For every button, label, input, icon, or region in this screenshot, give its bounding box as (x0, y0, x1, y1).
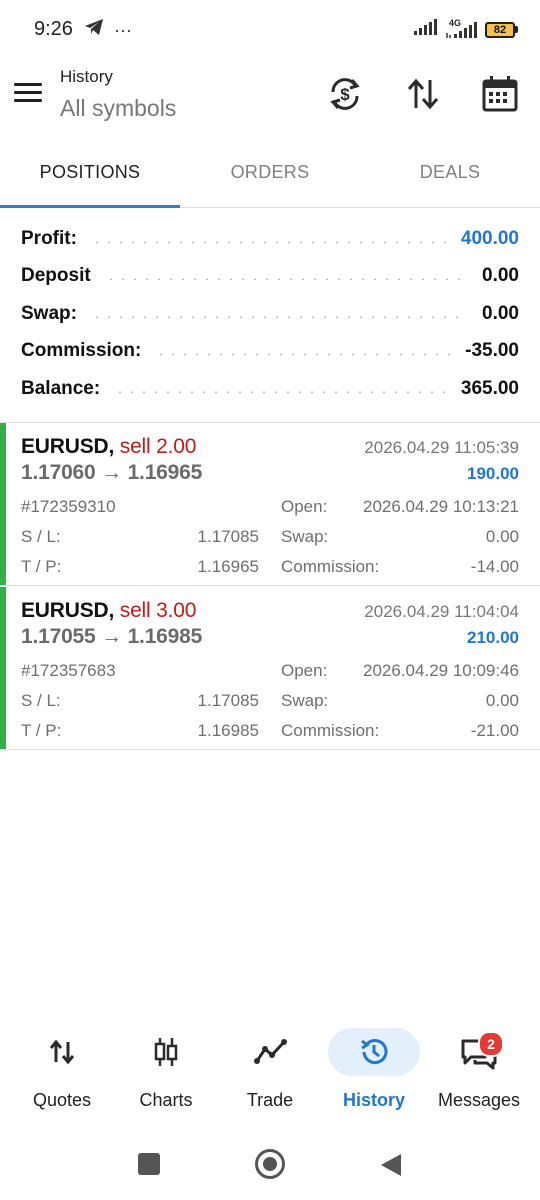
swap-value: 0.00 (485, 691, 519, 710)
open-label: Open: (281, 497, 328, 516)
unread-badge: 2 (478, 1031, 504, 1057)
position-side: sell 3.00 (119, 599, 197, 622)
bottom-nav: Quotes Charts Trade History 2 Messages (0, 1020, 540, 1120)
summary-label: Commission: (21, 340, 142, 362)
telegram-icon (84, 18, 104, 41)
position-ticket: #172357683 (21, 661, 116, 680)
nav-item-history[interactable]: History (326, 1028, 422, 1118)
nav-label: History (342, 1090, 405, 1110)
position-prices: 1.17055 → 1.16985 (21, 625, 203, 648)
sl-value: 1.17085 (197, 691, 259, 710)
open-time: 2026.04.29 10:13:21 (363, 497, 519, 516)
nav-item-charts[interactable]: Charts (118, 1028, 214, 1118)
trade-line-icon (254, 1038, 288, 1071)
nav-item-messages[interactable]: 2 Messages (430, 1028, 528, 1118)
summary-value: 365.00 (460, 377, 519, 399)
nav-label: Messages (437, 1090, 521, 1110)
position-prices: 1.17060 → 1.16965 (21, 461, 203, 484)
nav-item-quotes[interactable]: Quotes (14, 1028, 110, 1118)
status-time: 9:26 (34, 18, 73, 40)
status-right-icons: 4G 82 (413, 18, 518, 41)
summary-label: Swap: (21, 302, 77, 324)
recents-button[interactable] (138, 1153, 160, 1175)
dotted-leader (114, 390, 447, 393)
nav-label: Charts (139, 1090, 193, 1110)
nav-label: Quotes (32, 1090, 92, 1110)
summary-label: Profit: (21, 227, 77, 249)
status-left-icons: ··· (84, 18, 132, 41)
dotted-leader (155, 353, 452, 356)
position-profit: 190.00 (467, 464, 519, 483)
position-symbol: EURUSD, sell 3.00 (21, 599, 197, 622)
open-time: 2026.04.29 10:09:46 (363, 661, 519, 680)
position-side: sell 2.00 (119, 435, 197, 458)
tp-value: 1.16985 (197, 721, 259, 740)
position-card[interactable]: EURUSD, sell 2.00 1.17060 → 1.16965 2026… (0, 423, 540, 586)
summary-row-swap: Swap: 0.00 (0, 295, 540, 333)
quotes-arrows-icon (48, 1038, 76, 1071)
currency-exchange-icon[interactable]: $ (325, 74, 365, 114)
summary-row-deposit: Deposit 0.00 (0, 258, 540, 296)
tab-orders[interactable]: ORDERS (180, 140, 360, 207)
swap-label: Swap: (281, 691, 329, 710)
summary-value: 0.00 (482, 265, 519, 287)
dotted-leader (104, 278, 469, 281)
symbol-filter[interactable]: All symbols (60, 95, 176, 122)
svg-text:$: $ (340, 85, 350, 104)
back-button[interactable] (380, 1153, 402, 1182)
summary-label: Deposit (21, 265, 91, 287)
summary-row-balance: Balance: 365.00 (0, 370, 540, 408)
home-button[interactable] (255, 1149, 285, 1179)
candlestick-icon (152, 1036, 180, 1073)
summary-section: Profit: 400.00 Deposit 0.00 Swap: 0.00 C… (0, 220, 540, 408)
sl-label: S / L: (21, 527, 61, 546)
battery-level: 82 (485, 21, 515, 38)
history-clock-icon (358, 1036, 390, 1073)
status-bar: 9:26 ··· 4G 82 (0, 0, 540, 60)
position-close-time: 2026.04.29 11:05:39 (364, 438, 519, 457)
tp-label: T / P: (21, 557, 62, 576)
menu-button[interactable] (14, 78, 48, 112)
summary-row-commission: Commission: -35.00 (0, 333, 540, 371)
commission-value: -14.00 (470, 557, 519, 576)
open-label: Open: (281, 661, 328, 680)
sl-label: S / L: (21, 691, 61, 710)
mobile-data-icon: 4G (445, 18, 479, 39)
summary-label: Balance: (21, 377, 101, 399)
tp-label: T / P: (21, 721, 62, 740)
position-close-time: 2026.04.29 11:04:04 (364, 602, 519, 621)
swap-value: 0.00 (485, 527, 519, 546)
tab-positions[interactable]: POSITIONS (0, 140, 180, 208)
commission-label: Commission: (281, 557, 380, 576)
sl-value: 1.17085 (197, 527, 259, 546)
summary-value: 400.00 (460, 227, 519, 249)
dotted-leader (90, 315, 469, 318)
position-card[interactable]: EURUSD, sell 3.00 1.17055 → 1.16985 2026… (0, 587, 540, 750)
battery-icon: 82 (485, 21, 518, 38)
dotted-leader (90, 240, 447, 243)
calendar-icon[interactable] (480, 74, 520, 114)
commission-value: -21.00 (470, 721, 519, 740)
position-indicator-bar (0, 423, 6, 585)
summary-row-profit: Profit: 400.00 (0, 220, 540, 258)
signal-icon (413, 18, 439, 41)
commission-label: Commission: (281, 721, 380, 740)
position-ticket: #172359310 (21, 497, 116, 516)
history-tabs: POSITIONS ORDERS DEALS (0, 140, 540, 208)
page-title: History (60, 67, 113, 86)
position-symbol: EURUSD, sell 2.00 (21, 435, 197, 458)
summary-value: -35.00 (465, 340, 519, 362)
nav-item-trade[interactable]: Trade (222, 1028, 318, 1118)
nav-label: Trade (246, 1090, 294, 1110)
swap-label: Swap: (281, 527, 329, 546)
position-profit: 210.00 (467, 628, 519, 647)
tp-value: 1.16965 (197, 557, 259, 576)
sort-icon[interactable] (403, 74, 443, 114)
system-nav-bar (0, 1130, 540, 1200)
app-header: History All symbols $ (0, 60, 540, 140)
position-indicator-bar (0, 587, 6, 749)
summary-value: 0.00 (482, 302, 519, 324)
tab-deals[interactable]: DEALS (360, 140, 540, 207)
more-notifications-icon: ··· (114, 19, 132, 40)
